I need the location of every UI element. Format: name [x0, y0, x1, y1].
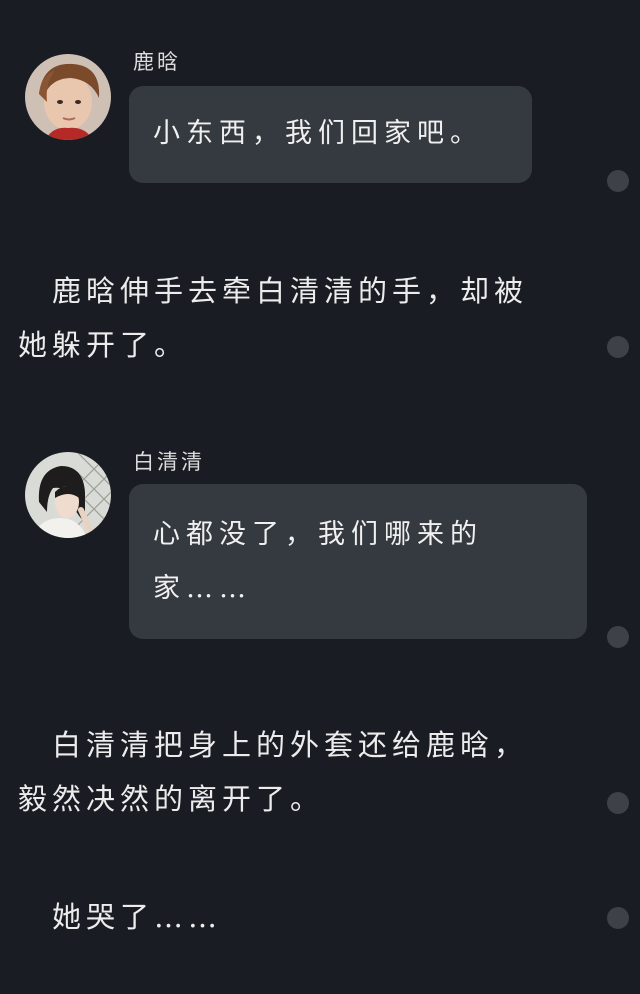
narration-line: 她躲开了。: [18, 328, 189, 362]
scroll-marker[interactable]: [607, 907, 629, 929]
chat-bubble[interactable]: 心都没了，我们哪来的 家……: [129, 484, 587, 639]
scroll-marker[interactable]: [607, 336, 629, 358]
message-line: 心都没了，我们哪来的: [153, 519, 483, 550]
chat-bubble[interactable]: 小东西，我们回家吧。: [129, 86, 532, 183]
sender-name: 鹿晗: [133, 50, 181, 74]
boy-portrait-avatar-icon: [25, 54, 111, 140]
girl-portrait-avatar-icon: [25, 452, 111, 538]
narration-line: 鹿晗伸手去牵白清清的手，却被: [18, 274, 529, 308]
narration-line: 她哭了……: [18, 900, 223, 934]
narration-line: 毅然决然的离开了。: [18, 782, 325, 816]
sender-avatar-luhan[interactable]: [25, 54, 111, 140]
sender-name: 白清清: [133, 450, 205, 474]
scroll-marker[interactable]: [607, 170, 629, 192]
scroll-marker[interactable]: [607, 792, 629, 814]
sender-avatar-baiqingqing[interactable]: [25, 452, 111, 538]
message-text: 心都没了，我们哪来的 家……: [153, 508, 483, 616]
narration-paragraph: 白清清把身上的外套还给鹿晗， 毅然决然的离开了。: [18, 718, 598, 826]
narration-line: 白清清把身上的外套还给鹿晗，: [18, 728, 529, 762]
narration-paragraph: 她哭了……: [18, 890, 598, 944]
message-text: 小东西，我们回家吧。: [153, 118, 483, 149]
message-line: 家……: [153, 573, 252, 604]
narration-paragraph: 鹿晗伸手去牵白清清的手，却被 她躲开了。: [18, 264, 598, 372]
scroll-marker[interactable]: [607, 626, 629, 648]
